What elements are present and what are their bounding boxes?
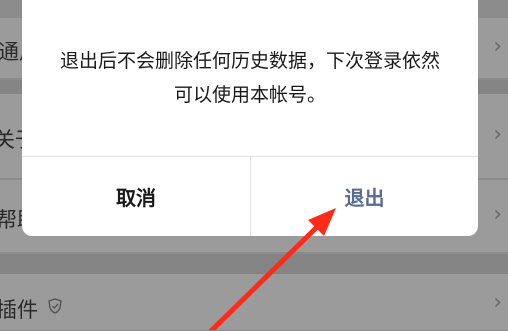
logout-confirm-button[interactable]: 退出: [251, 157, 478, 236]
settings-row-plugins[interactable]: 插件 ›: [0, 274, 508, 331]
section-separator: [0, 254, 508, 274]
settings-row-label: 插件: [0, 298, 38, 322]
chevron-right-icon: ›: [493, 202, 502, 227]
shield-icon: [48, 298, 62, 318]
cancel-button[interactable]: 取消: [22, 157, 250, 236]
chevron-right-icon: ›: [493, 290, 502, 315]
chevron-right-icon: ›: [493, 34, 502, 59]
chevron-right-icon: ›: [493, 122, 502, 147]
dialog-message: 退出后不会删除任何历史数据，下次登录依然可以使用本帐号。: [59, 50, 440, 106]
logout-confirm-dialog: 退出后不会删除任何历史数据，下次登录依然可以使用本帐号。 取消 退出: [22, 0, 478, 236]
